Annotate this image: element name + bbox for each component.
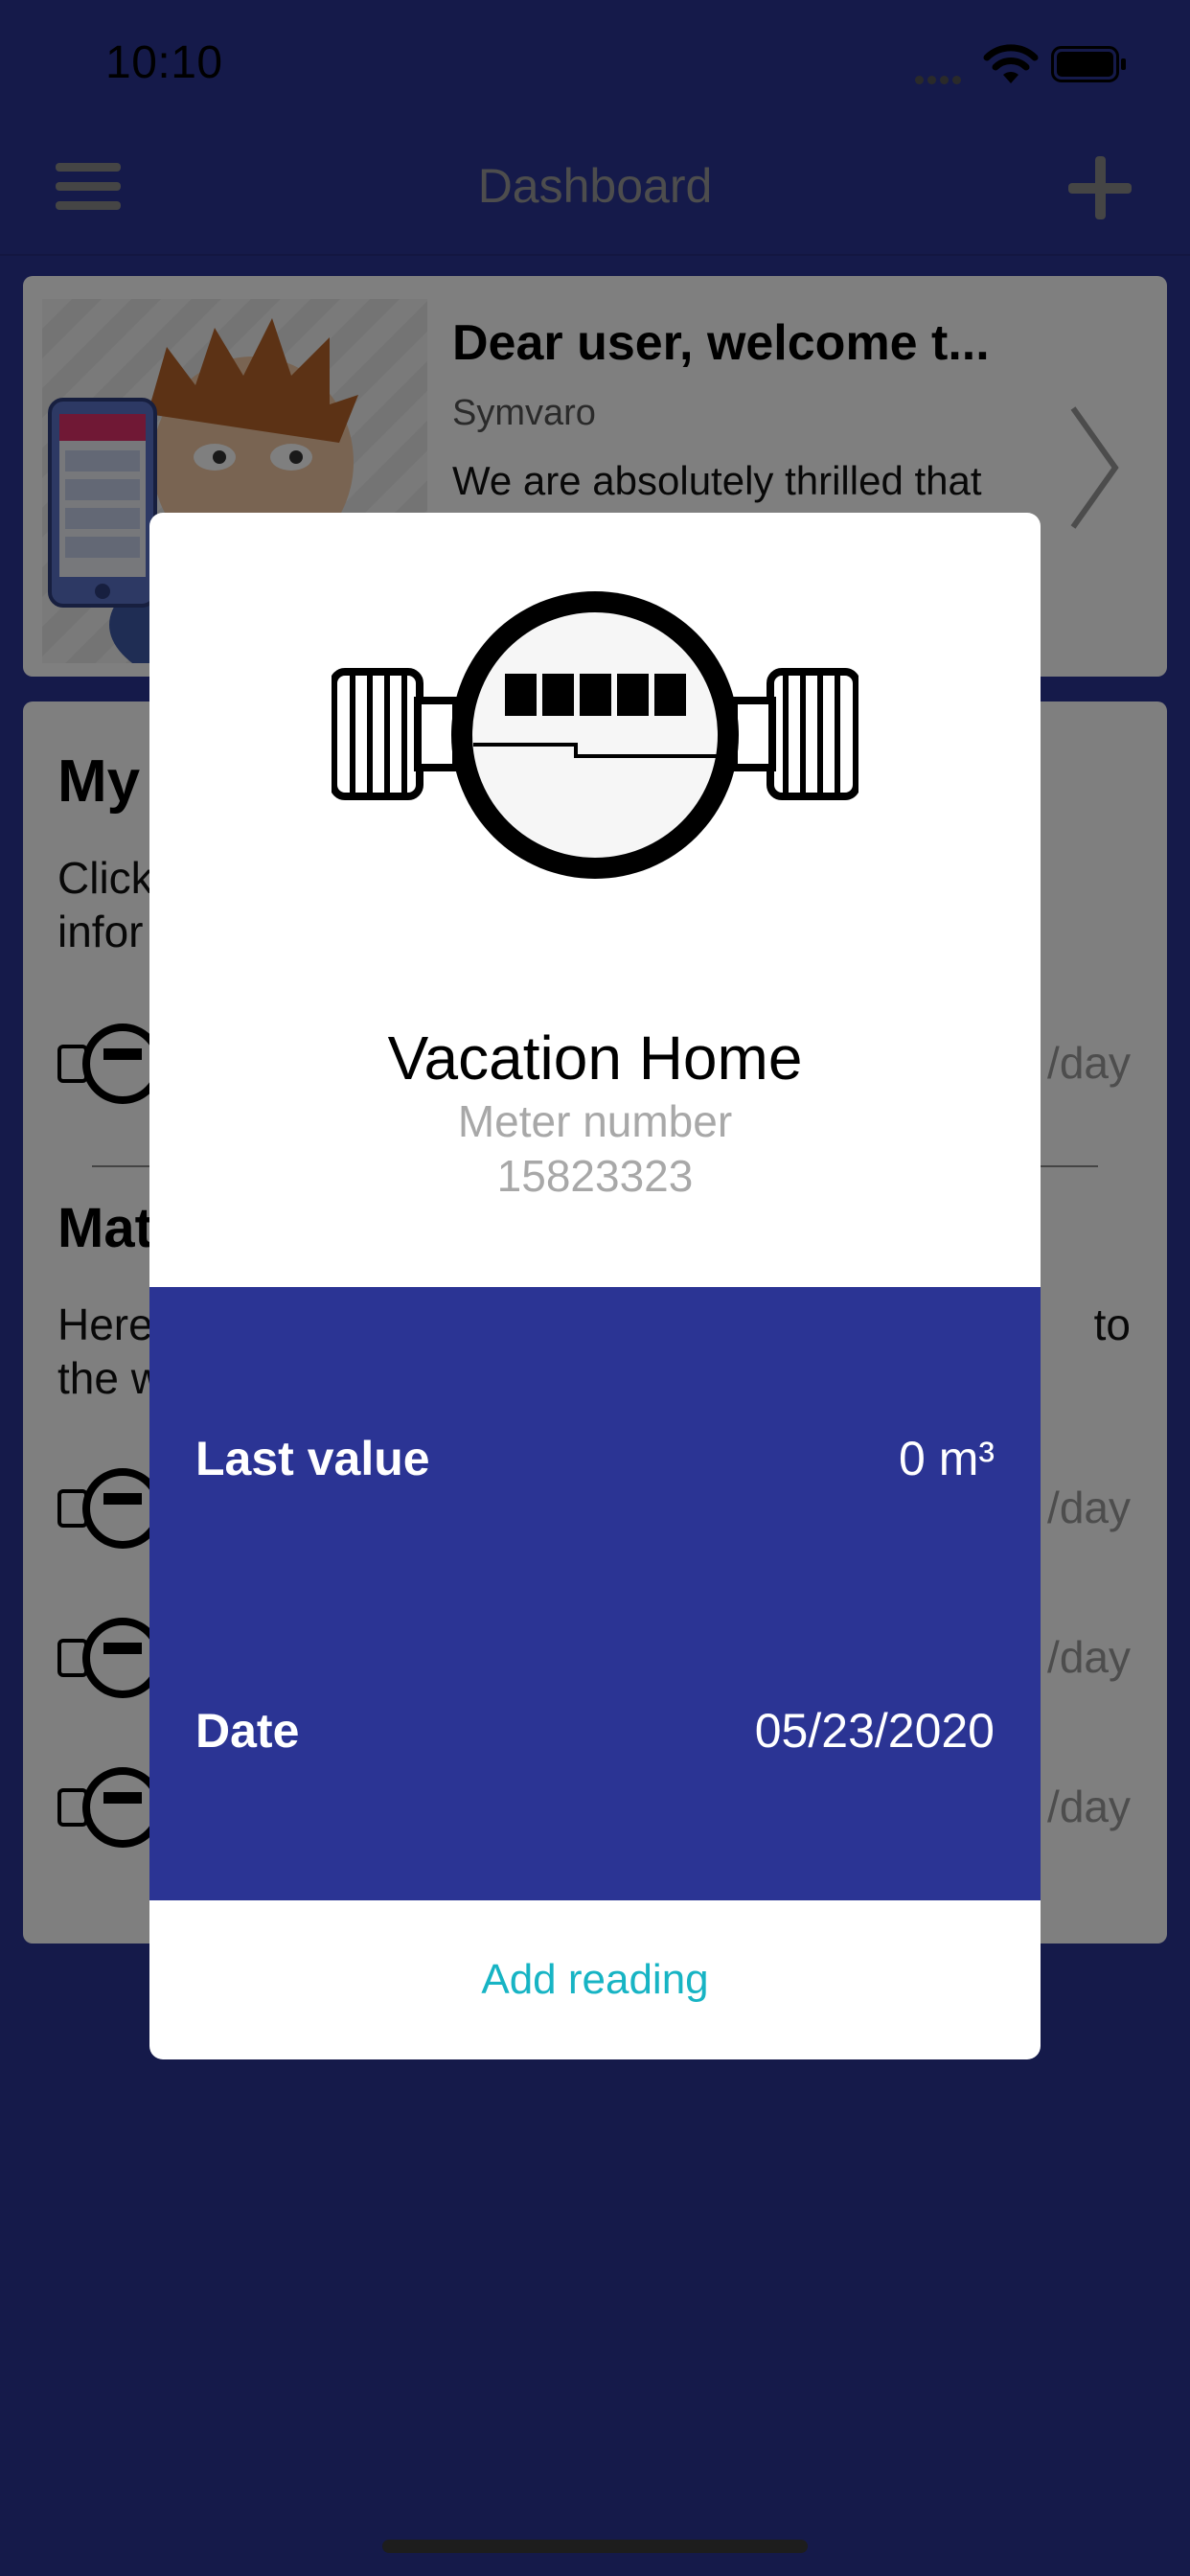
date-value: 05/23/2020 bbox=[754, 1704, 995, 1758]
add-reading-button[interactable]: Add reading bbox=[149, 1900, 1041, 2059]
date-label: Date bbox=[195, 1704, 300, 1758]
meter-info-panel: Last value 0 m³ Date 05/23/2020 bbox=[149, 1287, 1041, 1900]
meter-number-label: Meter number bbox=[457, 1096, 733, 1146]
water-meter-icon bbox=[332, 591, 858, 879]
meter-title: Vacation Home bbox=[387, 1024, 803, 1092]
meter-detail-modal: Vacation Home Meter number 15823323 Last… bbox=[149, 513, 1041, 2059]
last-value-label: Last value bbox=[195, 1432, 430, 1485]
meter-number-value: 15823323 bbox=[496, 1151, 694, 1201]
last-value: 0 m³ bbox=[899, 1432, 995, 1485]
